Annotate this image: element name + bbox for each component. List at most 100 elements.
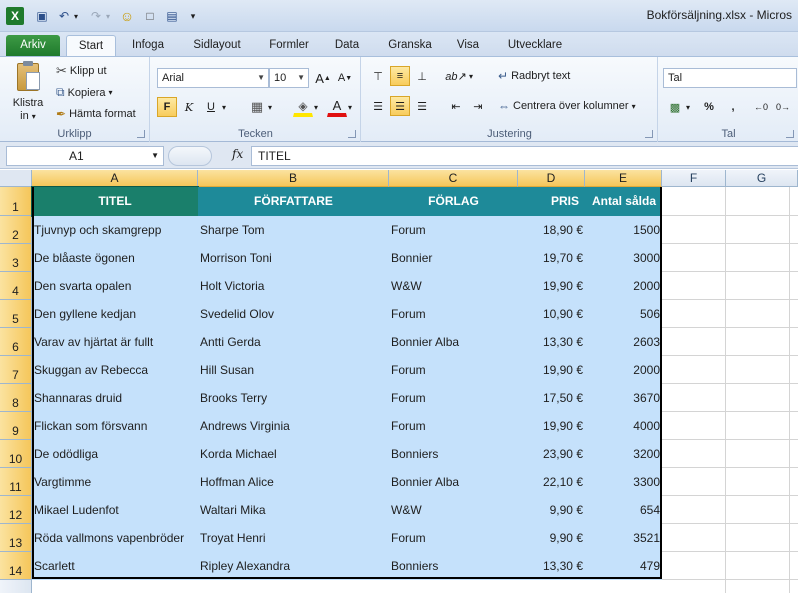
paste-button[interactable]: Klistra in ▾ [8, 61, 48, 125]
cell-a10[interactable]: De odödliga [32, 440, 198, 468]
cell-d14[interactable]: 13,30 € [518, 552, 585, 580]
column-header-b[interactable]: B [198, 170, 389, 187]
cell-b12[interactable]: Waltari Mika [198, 496, 389, 524]
cell-a7[interactable]: Skuggan av Rebecca [32, 356, 198, 384]
increase-indent-icon[interactable]: ⇥ [468, 96, 488, 116]
cell-e3[interactable]: 3000 [585, 244, 662, 272]
cell-a6[interactable]: Varav av hjärtat är fullt [32, 328, 198, 356]
tab-arkiv[interactable]: Arkiv [6, 35, 60, 56]
name-box[interactable]: A1 ▼ [6, 146, 164, 166]
cell-a13[interactable]: Röda vallmons vapenbröder [32, 524, 198, 552]
format-painter-button[interactable]: ✒ Hämta format [56, 107, 136, 121]
row-header-5[interactable]: 5 [0, 300, 32, 328]
row-header-14[interactable]: 14 [0, 552, 32, 580]
print-preview-icon[interactable]: □ [142, 7, 158, 25]
redo-dropdown-icon[interactable]: ▾ [104, 7, 112, 25]
cell-d11[interactable]: 22,10 € [518, 468, 585, 496]
cell-e9[interactable]: 4000 [585, 412, 662, 440]
cell-b3[interactable]: Morrison Toni [198, 244, 389, 272]
cell-d7[interactable]: 19,90 € [518, 356, 585, 384]
cell-a4[interactable]: Den svarta opalen [32, 272, 198, 300]
cell-c4[interactable]: W&W [389, 272, 518, 300]
align-middle-icon[interactable]: ≡ [390, 66, 410, 86]
font-name-select[interactable]: Arial ▼ [157, 68, 269, 88]
cell-a2[interactable]: Tjuvnyp och skamgrepp [32, 216, 198, 244]
cell-e13[interactable]: 3521 [585, 524, 662, 552]
customize-toolbar-icon[interactable]: ▾ [188, 7, 198, 25]
wrap-text-button[interactable]: ↵ Radbryt text [498, 69, 570, 83]
underline-button[interactable]: U [201, 97, 221, 117]
comma-style-icon[interactable]: , [723, 97, 743, 117]
undo-dropdown-icon[interactable]: ▾ [72, 7, 80, 25]
cell-a5[interactable]: Den gyllene kedjan [32, 300, 198, 328]
decrease-indent-icon[interactable]: ⇤ [446, 96, 466, 116]
row-header-1[interactable]: 1 [0, 187, 32, 216]
column-header-f[interactable]: F [662, 170, 726, 187]
cell-b6[interactable]: Antti Gerda [198, 328, 389, 356]
cell-b13[interactable]: Troyat Henri [198, 524, 389, 552]
percent-icon[interactable]: % [699, 97, 719, 117]
cell-d5[interactable]: 10,90 € [518, 300, 585, 328]
cell-d6[interactable]: 13,30 € [518, 328, 585, 356]
excel-logo-icon[interactable]: X [6, 7, 24, 25]
insert-function-icon[interactable]: fx [232, 147, 243, 161]
merge-center-button[interactable]: ⇔ Centrera över kolumner ▾ [498, 99, 636, 113]
cell-c7[interactable]: Forum [389, 356, 518, 384]
cell-b11[interactable]: Hoffman Alice [198, 468, 389, 496]
font-launcher-icon[interactable] [348, 130, 356, 138]
cell-d12[interactable]: 9,90 € [518, 496, 585, 524]
cell-d2[interactable]: 18,90 € [518, 216, 585, 244]
clipboard-launcher-icon[interactable] [137, 130, 145, 138]
number-launcher-icon[interactable] [786, 130, 794, 138]
cell-a11[interactable]: Vargtimme [32, 468, 198, 496]
cell-d10[interactable]: 23,90 € [518, 440, 585, 468]
column-header-e[interactable]: E [585, 170, 662, 187]
cell-c11[interactable]: Bonnier Alba [389, 468, 518, 496]
cell-e7[interactable]: 2000 [585, 356, 662, 384]
row-header-2[interactable]: 2 [0, 216, 32, 244]
decrease-decimal-icon[interactable]: 0→ [773, 97, 793, 117]
cell-e6[interactable]: 2603 [585, 328, 662, 356]
column-header-a[interactable]: A [32, 170, 198, 187]
cell-c10[interactable]: Bonniers [389, 440, 518, 468]
row-header-6[interactable]: 6 [0, 328, 32, 356]
shrink-font-icon[interactable]: A ▼ [335, 68, 355, 88]
cell-c3[interactable]: Bonnier [389, 244, 518, 272]
row-header-3[interactable]: 3 [0, 244, 32, 272]
align-center-icon[interactable]: ☰ [390, 96, 410, 116]
formula-input[interactable]: TITEL [251, 146, 798, 166]
row-header-15[interactable]: 15 [0, 580, 32, 593]
row-header-4[interactable]: 4 [0, 272, 32, 300]
cell-c6[interactable]: Bonnier Alba [389, 328, 518, 356]
fill-dropdown-icon[interactable]: ▾ [311, 97, 321, 117]
tab-data[interactable]: Data [326, 35, 368, 56]
cell-b4[interactable]: Holt Victoria [198, 272, 389, 300]
copy-button[interactable]: ⧉ Kopiera ▾ [56, 85, 113, 100]
align-top-icon[interactable]: ⊤ [368, 66, 388, 86]
cell-b2[interactable]: Sharpe Tom [198, 216, 389, 244]
tab-start[interactable]: Start [66, 35, 116, 57]
tab-formler[interactable]: Formler [262, 35, 316, 56]
cell-e4[interactable]: 2000 [585, 272, 662, 300]
cell-d8[interactable]: 17,50 € [518, 384, 585, 412]
row-header-12[interactable]: 12 [0, 496, 32, 524]
align-right-icon[interactable]: ☰ [412, 96, 432, 116]
undo-icon[interactable]: ↶ [56, 7, 72, 25]
row-header-8[interactable]: 8 [0, 384, 32, 412]
smiley-icon[interactable]: ☺ [118, 7, 136, 25]
row-header-13[interactable]: 13 [0, 524, 32, 552]
fill-color-icon[interactable]: ◈ [293, 97, 313, 117]
row-header-9[interactable]: 9 [0, 412, 32, 440]
row-header-7[interactable]: 7 [0, 356, 32, 384]
select-all-button[interactable] [0, 170, 32, 187]
header-cell-b[interactable]: FÖRFATTARE [198, 187, 389, 216]
borders-dropdown-icon[interactable]: ▾ [265, 97, 275, 117]
currency-dropdown-icon[interactable]: ▾ [683, 97, 693, 117]
cell-c8[interactable]: Forum [389, 384, 518, 412]
row-header-11[interactable]: 11 [0, 468, 32, 496]
orientation-dropdown-icon[interactable]: ▾ [466, 66, 476, 86]
header-cell-a[interactable]: TITEL [31, 186, 199, 217]
column-header-d[interactable]: D [518, 170, 585, 187]
cell-c9[interactable]: Forum [389, 412, 518, 440]
cell-e5[interactable]: 506 [585, 300, 662, 328]
